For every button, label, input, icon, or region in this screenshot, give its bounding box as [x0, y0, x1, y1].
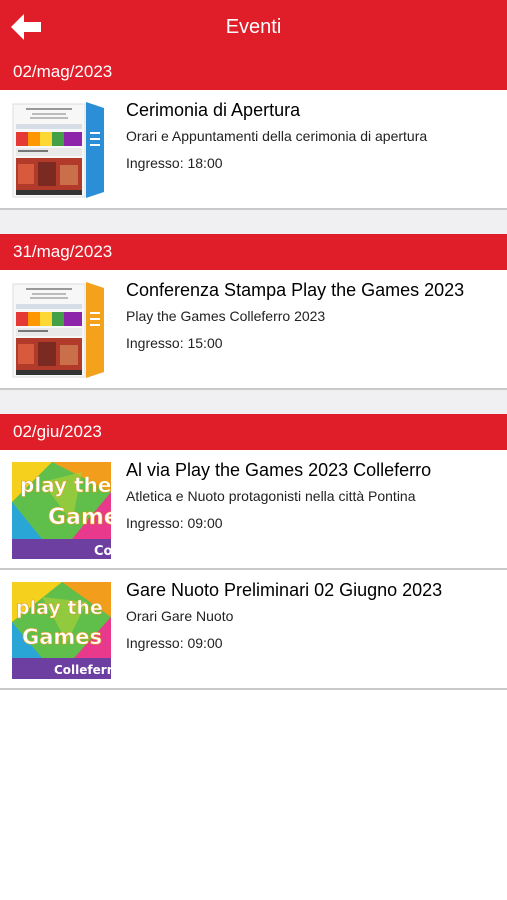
arrow-left-icon: [11, 14, 41, 40]
event-subtitle: Play the Games Colleferro 2023: [126, 308, 326, 324]
event-info: Al via Play the Games 2023 Colleferro At…: [126, 459, 497, 532]
event-subtitle: Orari Gare Nuoto: [126, 608, 234, 624]
section-date-header: 02/mag/2023: [0, 54, 507, 90]
event-title: Gare Nuoto Preliminari 02 Giugno 2023: [126, 580, 443, 600]
event-subtitle: Atletica e Nuoto protagonisti nella citt…: [126, 488, 416, 504]
section-spacer: [0, 210, 507, 234]
event-subtitle: Orari e Appuntamenti della cerimonia di …: [126, 128, 428, 144]
entry-label: Ingresso:: [126, 635, 184, 651]
event-row[interactable]: play the Games Colleferro Gare Nuoto Pre…: [0, 570, 507, 690]
event-thumbnail: play the Games Colleferro: [12, 462, 111, 559]
event-entry: Ingresso: 15:00: [126, 334, 497, 352]
back-button[interactable]: [8, 9, 44, 45]
section-date-header: 02/giu/2023: [0, 414, 507, 450]
svg-text:Games: Games: [48, 505, 111, 530]
entry-time: 15:00: [187, 335, 223, 351]
event-title: Conferenza Stampa Play the Games 2023: [126, 280, 465, 300]
entry-time: 09:00: [187, 635, 223, 651]
event-thumbnail: [12, 282, 111, 379]
entry-time: 18:00: [187, 155, 223, 171]
section-date-header: 31/mag/2023: [0, 234, 507, 270]
entry-time: 09:00: [187, 515, 223, 531]
svg-text:Colleferro: Colleferro: [94, 544, 111, 559]
svg-text:play the: play the: [16, 597, 103, 619]
event-entry: Ingresso: 09:00: [126, 514, 497, 532]
event-entry: Ingresso: 18:00: [126, 154, 497, 172]
event-row[interactable]: Conferenza Stampa Play the Games 2023 Pl…: [0, 270, 507, 390]
event-row[interactable]: Cerimonia di Apertura Orari e Appuntamen…: [0, 90, 507, 210]
entry-label: Ingresso:: [126, 515, 184, 531]
svg-text:Colleferro: Colleferro: [54, 663, 111, 677]
page-title: Eventi: [225, 15, 282, 38]
event-title: Al via Play the Games 2023 Colleferro: [126, 460, 432, 480]
entry-label: Ingresso:: [126, 335, 184, 351]
section-spacer: [0, 390, 507, 414]
events-list: 02/mag/2023 Cerimonia di Apertura Orari …: [0, 54, 507, 690]
entry-label: Ingresso:: [126, 155, 184, 171]
app-header: Eventi: [0, 0, 507, 54]
event-entry: Ingresso: 09:00: [126, 634, 497, 652]
event-thumbnail: play the Games Colleferro: [12, 582, 111, 679]
event-info: Conferenza Stampa Play the Games 2023 Pl…: [126, 279, 497, 352]
event-info: Cerimonia di Apertura Orari e Appuntamen…: [126, 99, 497, 172]
event-info: Gare Nuoto Preliminari 02 Giugno 2023 Or…: [126, 579, 497, 652]
event-title: Cerimonia di Apertura: [126, 100, 301, 120]
svg-text:play the: play the: [20, 473, 111, 497]
event-thumbnail: [12, 102, 111, 199]
event-row[interactable]: play the Games Colleferro Al via Play th…: [0, 450, 507, 570]
svg-text:Games: Games: [22, 625, 102, 649]
